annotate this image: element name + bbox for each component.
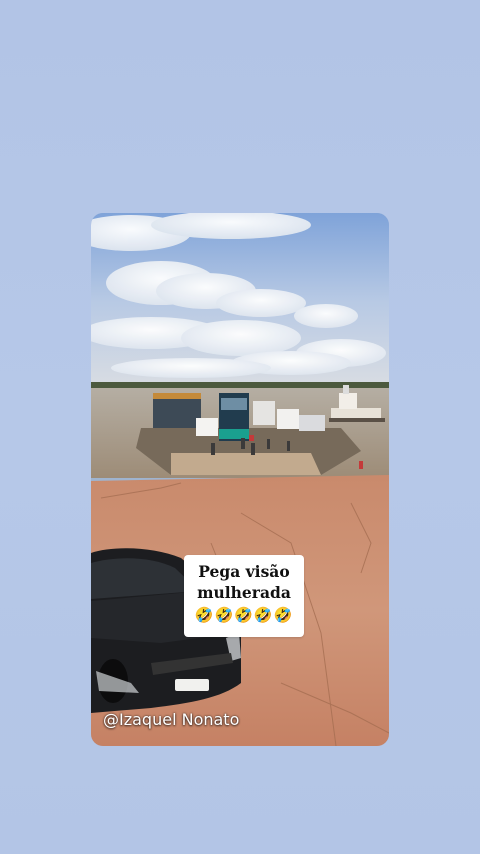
caption-line-2: mulherada: [197, 583, 291, 602]
video-frame: [91, 213, 389, 746]
caption-sticker: Pega visão mulherada 🤣🤣🤣🤣🤣: [184, 555, 304, 637]
creator-watermark: @Izaquel Nonato: [103, 710, 240, 729]
laughing-emoji-row: 🤣🤣🤣🤣🤣: [194, 606, 294, 624]
caption-line-1: Pega visão: [198, 562, 290, 581]
video-card[interactable]: Pega visão mulherada 🤣🤣🤣🤣🤣 @Izaquel Nona…: [91, 213, 389, 746]
